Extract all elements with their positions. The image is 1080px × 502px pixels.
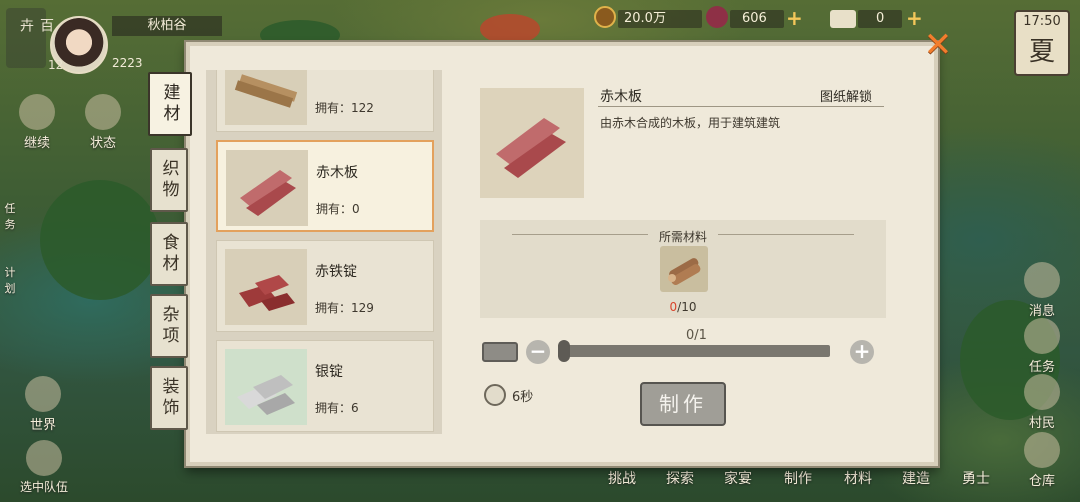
tasks-label: 任务 — [1028, 360, 1055, 375]
status-label: 状态 — [89, 136, 116, 151]
villager-icon — [1024, 374, 1060, 410]
warehouse-icon — [1024, 432, 1060, 468]
silver-ingot-icon — [225, 349, 307, 425]
status-button[interactable]: 状态 — [78, 94, 128, 151]
close-icon[interactable]: ✕ — [922, 28, 954, 62]
tasks-button[interactable]: 任务 — [1020, 318, 1064, 375]
clock-icon — [484, 384, 506, 406]
required-materials-panel: 所需材料 0/10 — [480, 220, 886, 318]
list-item-silver-ingot[interactable]: 银锭 拥有：6 — [216, 340, 434, 432]
bottom-build[interactable]: 建造 — [902, 468, 930, 488]
material-have: 0 — [669, 300, 678, 314]
item-description: 由赤木合成的木板，用于建筑建筑 — [600, 116, 781, 130]
villagers-button[interactable]: 村民 — [1020, 374, 1064, 431]
plan-side-label: 计划 — [4, 266, 16, 295]
materials-title: 所需材料 — [658, 230, 707, 244]
material-need: /10 — [677, 300, 697, 314]
list-item-red-iron-ingot[interactable]: 赤铁锭 拥有：129 — [216, 240, 434, 332]
list-item-wood-plank[interactable]: 拥有：122 — [216, 70, 434, 132]
status-icon — [85, 94, 121, 130]
item-owned: 拥有：0 — [316, 202, 360, 216]
tab-fabrics[interactable]: 织物 — [150, 148, 188, 212]
tab-building-materials[interactable]: 建材 — [148, 72, 192, 136]
top-hud: 百卉 12 秋柏谷 2223 20.0万 606 + 0 + 17:50 夏 — [0, 0, 1080, 76]
player-stat: 2223 — [112, 56, 143, 70]
gem-amount: 606 — [730, 10, 784, 28]
game-time: 17:50 — [1023, 14, 1061, 29]
red-iron-ingot-icon — [225, 249, 307, 325]
craft-button[interactable]: 制作 — [640, 382, 726, 426]
item-owned: 拥有：129 — [315, 301, 374, 315]
team-icon — [26, 440, 62, 476]
message-icon — [1024, 262, 1060, 298]
continue-label: 继续 — [23, 136, 50, 151]
list-item-red-wood-plank[interactable]: 赤木板 拥有：0 — [216, 140, 434, 232]
map-forest — [40, 180, 160, 300]
divider — [598, 106, 884, 107]
player-level: 12 — [48, 58, 64, 72]
add-gems-plus-icon[interactable]: + — [786, 8, 803, 28]
warehouse-label: 仓库 — [1028, 474, 1055, 489]
item-name: 赤铁锭 — [315, 264, 357, 280]
wood-plank-icon — [225, 70, 307, 125]
material-count: 0/10 — [480, 300, 886, 314]
task-side-button[interactable]: 任务 — [0, 200, 20, 232]
bottom-feast[interactable]: 家宴 — [724, 468, 752, 488]
quantity-slider[interactable] — [562, 345, 830, 357]
continue-button[interactable]: 继续 — [12, 94, 62, 151]
item-owned: 拥有：122 — [315, 101, 374, 115]
item-owned: 拥有：6 — [315, 401, 359, 415]
bottom-craft[interactable]: 制作 — [784, 468, 812, 488]
world-icon — [25, 376, 61, 412]
max-quantity-button[interactable] — [482, 342, 518, 362]
bottom-explore[interactable]: 探索 — [666, 468, 694, 488]
red-wood-log-icon[interactable] — [660, 246, 708, 292]
select-team-label: 选中队伍 — [19, 480, 68, 494]
messages-button[interactable]: 消息 — [1020, 262, 1064, 319]
bottom-challenge[interactable]: 挑战 — [608, 468, 636, 488]
warehouse-button[interactable]: 仓库 — [1020, 432, 1064, 489]
tab-misc[interactable]: 杂项 — [150, 294, 188, 358]
season: 夏 — [1028, 37, 1055, 67]
red-wood-plank-icon — [226, 150, 308, 226]
coin-icon — [594, 6, 616, 28]
item-list[interactable]: 拥有：122 赤木板 拥有：0 赤铁锭 拥有：129 银锭 拥有：6 — [206, 70, 442, 434]
selected-item-image — [480, 88, 584, 198]
tab-ingredients[interactable]: 食材 — [150, 222, 188, 286]
ticket-icon — [830, 10, 856, 28]
blueprint-unlock-tag: 图纸解锁 — [820, 90, 873, 105]
decrease-button[interactable]: − — [526, 340, 550, 364]
selected-item-name: 赤木板 — [600, 89, 642, 105]
world-label: 世界 — [29, 418, 56, 433]
time-season-panel[interactable]: 17:50 夏 — [1014, 10, 1070, 76]
item-name: 银锭 — [315, 364, 343, 380]
increase-button[interactable]: + — [850, 340, 874, 364]
messages-label: 消息 — [1028, 304, 1055, 319]
scroll-icon — [1024, 318, 1060, 354]
play-icon — [19, 94, 55, 130]
tab-decorations[interactable]: 装饰 — [150, 366, 188, 430]
craft-quantity: 0/1 — [686, 328, 707, 343]
bottom-warriors[interactable]: 勇士 — [962, 468, 990, 488]
task-side-label: 任务 — [4, 202, 16, 231]
slider-handle[interactable] — [558, 340, 570, 362]
bottom-materials[interactable]: 材料 — [844, 468, 872, 488]
gem-icon — [706, 6, 728, 28]
player-name: 秋柏谷 — [112, 16, 222, 36]
ticket-amount: 0 — [858, 10, 902, 28]
item-name: 赤木板 — [316, 165, 358, 181]
craft-time: 6秒 — [512, 390, 534, 405]
world-button[interactable]: 世界 — [18, 376, 68, 433]
select-team-button[interactable]: 选中队伍 — [14, 440, 74, 495]
add-tickets-plus-icon[interactable]: + — [906, 8, 923, 28]
plan-side-button[interactable]: 计划 — [0, 264, 20, 296]
villagers-label: 村民 — [1028, 416, 1055, 431]
coin-amount: 20.0万 — [618, 10, 702, 28]
